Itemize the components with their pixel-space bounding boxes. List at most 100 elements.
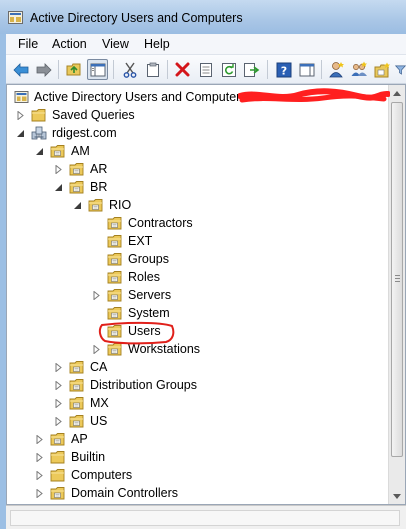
window-title: Active Directory Users and Computers [30, 11, 243, 25]
title-bar[interactable]: Active Directory Users and Computers [0, 0, 406, 34]
expanded-arrow-icon[interactable] [35, 147, 44, 156]
tree-item-label: Contractors [128, 216, 193, 230]
cut-icon[interactable] [119, 59, 140, 80]
tree-item-label: Saved Queries [52, 108, 135, 122]
properties-icon[interactable] [195, 59, 216, 80]
ou-folder-icon [107, 306, 123, 320]
scrollbar-thumb[interactable] [391, 102, 403, 457]
ou-folder-icon [50, 432, 66, 446]
ou-folder-icon [69, 378, 85, 392]
ou-folder-icon [69, 396, 85, 410]
collapsed-arrow-icon[interactable] [92, 291, 101, 300]
collapsed-arrow-icon[interactable] [54, 165, 63, 174]
collapsed-arrow-icon[interactable] [35, 471, 44, 480]
tree-item-servers[interactable]: Servers [7, 286, 382, 304]
tree-item-label: CA [90, 360, 108, 374]
collapsed-arrow-icon[interactable] [35, 489, 44, 498]
ou-folder-icon [107, 234, 123, 248]
ou-folder-icon [88, 198, 104, 212]
collapsed-arrow-icon[interactable] [92, 345, 101, 354]
tree-item-groups[interactable]: Groups [7, 250, 382, 268]
delete-icon[interactable] [172, 59, 193, 80]
tree-item-label: Servers [128, 288, 172, 302]
collapsed-arrow-icon[interactable] [54, 363, 63, 372]
tree-item-ca[interactable]: CA [7, 358, 382, 376]
tree-item-label: Domain Controllers [71, 486, 178, 500]
tree-item-contractors[interactable]: Contractors [7, 214, 382, 232]
collapsed-arrow-icon[interactable] [35, 453, 44, 462]
ou-folder-icon [69, 414, 85, 428]
tree-item-ap[interactable]: AP [7, 430, 382, 448]
create-user-icon[interactable] [326, 59, 347, 80]
ou-folder-icon [50, 486, 66, 500]
redaction-scribble [238, 88, 390, 103]
collapsed-arrow-icon[interactable] [54, 381, 63, 390]
collapsed-arrow-icon[interactable] [54, 417, 63, 426]
help-icon[interactable]: ? [273, 59, 294, 80]
collapsed-arrow-icon[interactable] [16, 111, 25, 120]
tree-item-domain-controllers[interactable]: Domain Controllers [7, 484, 382, 502]
ou-folder-icon [69, 162, 85, 176]
menu-help[interactable]: Help [144, 37, 170, 51]
show-hide-action-pane-icon[interactable] [296, 59, 317, 80]
folder-icon [50, 450, 66, 464]
scroll-down-arrow-icon[interactable] [389, 488, 405, 504]
tree-item-rdigest-com[interactable]: rdigest.com [7, 124, 382, 142]
back-arrow-icon[interactable] [10, 59, 31, 80]
tree-item-saved-queries[interactable]: Saved Queries [7, 106, 382, 124]
menu-bar: File Action View Help [6, 34, 406, 55]
tree-item-ar[interactable]: AR [7, 160, 382, 178]
menu-view[interactable]: View [102, 37, 129, 51]
expanded-arrow-icon[interactable] [16, 129, 25, 138]
tree-item-roles[interactable]: Roles [7, 268, 382, 286]
aduc-app-icon [8, 11, 23, 24]
create-ou-icon[interactable] [372, 59, 393, 80]
toolbar: ? [6, 55, 406, 84]
status-bar [6, 505, 406, 529]
tree-item-computers[interactable]: Computers [7, 466, 382, 484]
menu-action[interactable]: Action [52, 37, 87, 51]
tree-item-system[interactable]: System [7, 304, 382, 322]
tree-item-builtin[interactable]: Builtin [7, 448, 382, 466]
tree-item-rio[interactable]: RIO [7, 196, 382, 214]
aduc-root-icon [14, 91, 29, 103]
copy-icon[interactable] [142, 59, 163, 80]
tree-item-workstations[interactable]: Workstations [7, 340, 382, 358]
vertical-scrollbar[interactable] [388, 85, 405, 504]
export-list-icon[interactable] [241, 59, 262, 80]
tree-item-label: Computers [71, 468, 133, 482]
scroll-up-arrow-icon[interactable] [389, 85, 405, 101]
tree-item-mx[interactable]: MX [7, 394, 382, 412]
tree-item-am[interactable]: AM [7, 142, 382, 160]
forward-arrow-icon[interactable] [33, 59, 54, 80]
tree-item-label: AP [71, 432, 88, 446]
filter-icon[interactable] [395, 59, 406, 80]
tree-item-label: EXT [128, 234, 153, 248]
ou-folder-icon [107, 216, 123, 230]
show-hide-console-tree-icon[interactable] [87, 59, 108, 80]
refresh-icon[interactable] [218, 59, 239, 80]
tree-item-label: Roles [128, 270, 160, 284]
tree-item-users[interactable]: Users [7, 322, 382, 340]
tree-item-us[interactable]: US [7, 412, 382, 430]
tree-item-label: Groups [128, 252, 169, 266]
ou-folder-icon [107, 270, 123, 284]
expanded-arrow-icon[interactable] [73, 201, 82, 210]
up-folder-icon[interactable] [64, 59, 85, 80]
expanded-arrow-icon[interactable] [54, 183, 63, 192]
tree-item-label: MX [90, 396, 109, 410]
tree-item-distribution-groups[interactable]: Distribution Groups [7, 376, 382, 394]
console-tree[interactable]: Active Directory Users and Computers Sav… [6, 84, 406, 505]
folder-icon [31, 108, 47, 122]
tree-item-label: Builtin [71, 450, 106, 464]
create-group-icon[interactable] [349, 59, 370, 80]
collapsed-arrow-icon[interactable] [54, 399, 63, 408]
tree-item-br[interactable]: BR [7, 178, 382, 196]
ou-folder-icon [107, 252, 123, 266]
status-pane [10, 510, 400, 526]
svg-text:?: ? [280, 64, 286, 77]
tree-item-label: RIO [109, 198, 132, 212]
collapsed-arrow-icon[interactable] [35, 435, 44, 444]
menu-file[interactable]: File [18, 37, 38, 51]
tree-item-ext[interactable]: EXT [7, 232, 382, 250]
